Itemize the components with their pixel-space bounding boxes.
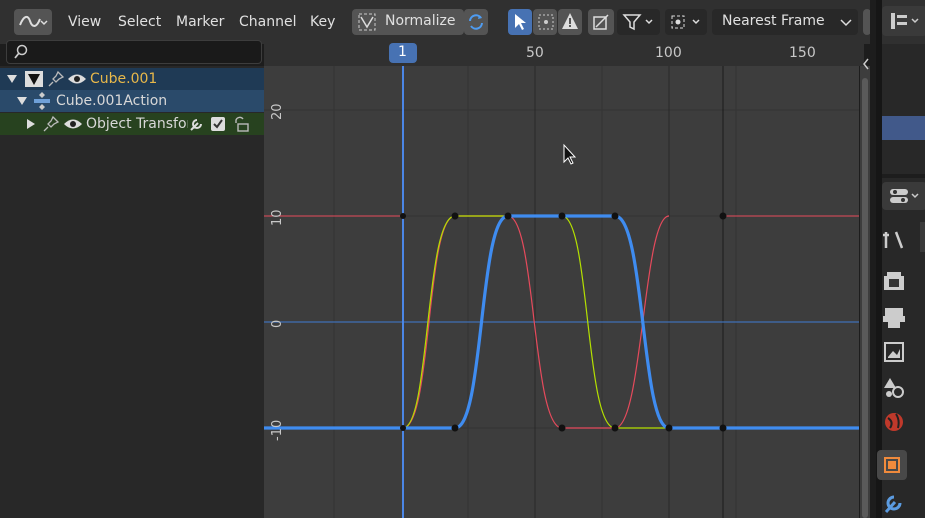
action-icon xyxy=(34,92,50,110)
display-mode-dropdown[interactable] xyxy=(882,6,925,36)
collapsed-arrow-icon[interactable] xyxy=(26,118,36,130)
render-icon[interactable] xyxy=(880,268,908,296)
graph-area[interactable]: 20 10 0 -10 xyxy=(264,66,859,518)
y-axis-label: -10 xyxy=(270,420,285,441)
only-selected-button[interactable] xyxy=(508,9,532,35)
menu-select[interactable]: Select xyxy=(118,14,161,30)
output-icon[interactable] xyxy=(880,304,908,332)
channel-object-label: Cube.001 xyxy=(90,71,158,87)
menu-view[interactable]: View xyxy=(68,14,101,30)
search-icon xyxy=(14,44,28,59)
pin-icon[interactable] xyxy=(47,70,65,88)
filter-icon xyxy=(622,14,653,31)
y-axis-label: 0 xyxy=(270,320,285,328)
normalize-icon xyxy=(358,13,376,31)
lock-icon[interactable] xyxy=(232,115,250,133)
pivot-point-dropdown[interactable] xyxy=(665,9,707,35)
object-icon xyxy=(884,457,900,473)
visibility-eye-icon[interactable] xyxy=(63,116,83,132)
panel-tab[interactable] xyxy=(920,222,925,252)
search-input[interactable] xyxy=(6,40,262,64)
menu-marker[interactable]: Marker xyxy=(176,14,224,30)
channel-action-label: Cube.001Action xyxy=(56,93,168,109)
properties-editor xyxy=(870,0,925,518)
channel-action-row[interactable]: Cube.001Action xyxy=(0,90,264,112)
mesh-object-icon xyxy=(25,71,43,87)
menu-channel[interactable]: Channel xyxy=(239,14,296,30)
area-divider xyxy=(876,0,882,518)
wrench-modifier-icon[interactable] xyxy=(188,116,206,132)
modifier-wrench-icon[interactable] xyxy=(880,488,908,516)
channel-group-row[interactable]: Object Transform xyxy=(0,113,264,135)
properties-editor-type[interactable] xyxy=(882,182,925,210)
refresh-icon xyxy=(469,14,483,30)
normalize-label: Normalize xyxy=(385,13,456,29)
normalize-toggle[interactable]: Normalize xyxy=(352,9,464,35)
snap-mode-label: Nearest Frame xyxy=(722,13,825,29)
pivot-icon xyxy=(671,15,700,29)
list-icon xyxy=(891,13,919,29)
expand-arrow-icon[interactable] xyxy=(6,74,18,84)
sidebar-toggle-icon[interactable] xyxy=(862,58,870,70)
channel-group-label-clip: Object Transform xyxy=(86,113,188,135)
graph-scrollbar-thumb[interactable] xyxy=(862,78,868,518)
snap-mode-dropdown[interactable]: Nearest Frame xyxy=(712,9,858,35)
channel-object-row[interactable]: Cube.001 xyxy=(0,68,264,90)
frame-ruler[interactable]: 1 50 100 150 xyxy=(264,40,864,66)
checkbox-icon[interactable] xyxy=(211,117,225,131)
warning-icon xyxy=(562,13,578,29)
y-axis-label: 10 xyxy=(270,209,285,226)
current-frame-indicator[interactable]: 1 xyxy=(389,43,417,63)
tool-icon[interactable] xyxy=(880,226,908,254)
auto-normalize-button[interactable] xyxy=(464,9,488,35)
ruler-tick-label: 100 xyxy=(655,45,682,61)
channel-group-label: Object Transform xyxy=(86,116,188,132)
outliner-selected-row[interactable] xyxy=(876,116,925,140)
expand-arrow-icon[interactable] xyxy=(16,96,28,106)
pivot-button[interactable] xyxy=(588,9,614,35)
view-layer-icon[interactable] xyxy=(880,338,908,366)
cursor-select-icon xyxy=(515,14,526,30)
world-icon[interactable] xyxy=(880,408,908,436)
graph-canvas: 20 10 0 -10 xyxy=(264,66,859,518)
ruler-tick-label: 150 xyxy=(789,45,816,61)
editor-type-button[interactable] xyxy=(14,9,52,35)
show-warnings-button[interactable] xyxy=(558,9,582,35)
channel-list: Cube.001 Cube.001Action Object Transform xyxy=(0,66,264,518)
ruler-tick-label: 50 xyxy=(526,45,544,61)
graph-editor-icon xyxy=(19,15,48,27)
graph-editor-header: View Select Marker Channel Key Normalize xyxy=(0,0,871,44)
handles-icon xyxy=(538,14,554,30)
object-tab[interactable] xyxy=(877,450,907,480)
show-handles-button[interactable] xyxy=(533,9,557,35)
menu-key[interactable]: Key xyxy=(310,14,335,30)
visibility-eye-icon[interactable] xyxy=(67,71,87,87)
current-frame-label: 1 xyxy=(398,44,407,60)
outliner-panel xyxy=(876,44,925,174)
properties-icon xyxy=(890,189,919,203)
pin-icon[interactable] xyxy=(42,115,60,133)
chevron-down-icon xyxy=(840,19,852,27)
y-axis-label: 20 xyxy=(270,103,285,120)
graph-scrollbar-track[interactable] xyxy=(860,66,870,518)
normalize-frame-icon xyxy=(593,14,609,30)
scene-icon[interactable] xyxy=(880,374,908,402)
filter-dropdown[interactable] xyxy=(617,9,660,35)
